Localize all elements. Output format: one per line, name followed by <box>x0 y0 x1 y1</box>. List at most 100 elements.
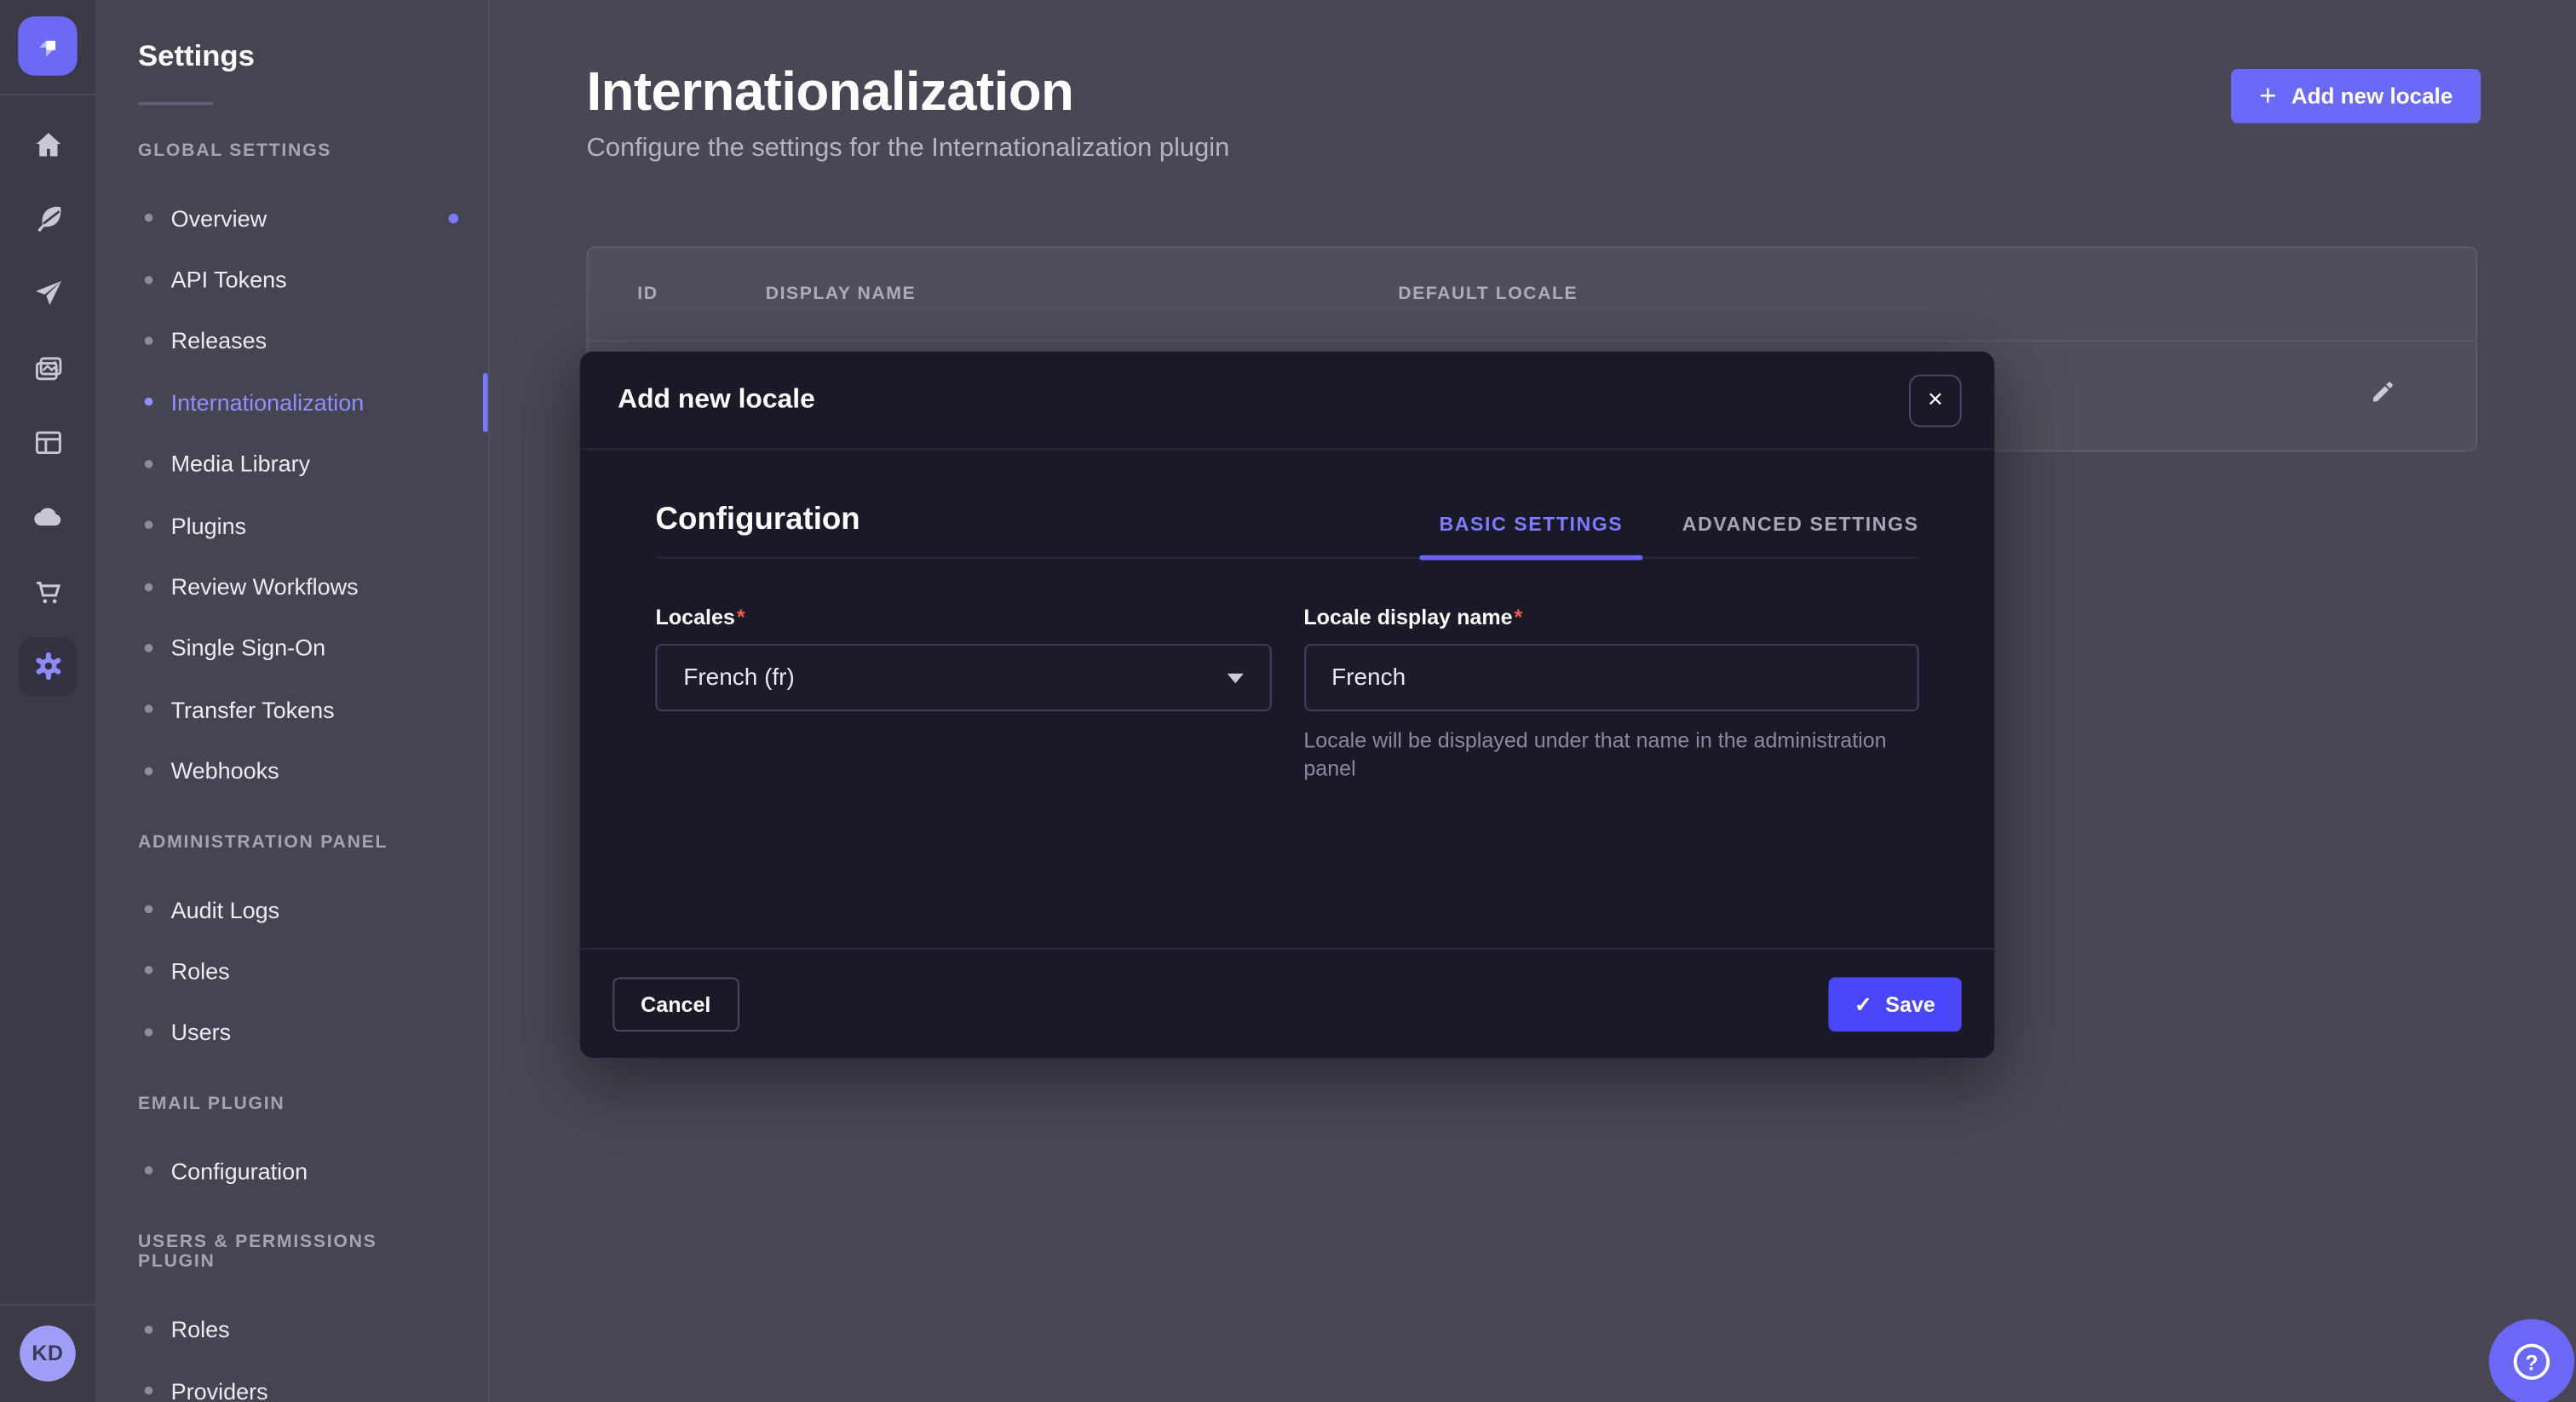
save-button[interactable]: ✓ Save <box>1828 977 1962 1031</box>
bullet-icon <box>145 398 153 406</box>
sidebar-item-webhooks[interactable]: Webhooks <box>95 740 488 802</box>
close-icon[interactable]: × <box>1909 374 1962 427</box>
sidebar-item-label: Media Library <box>171 451 311 477</box>
sidebar-item-label: Transfer Tokens <box>171 696 335 722</box>
sidebar-item-label: Roles <box>171 1316 230 1342</box>
sidebar-section-header: USERS & PERMISSIONS PLUGIN <box>138 1232 455 1272</box>
sidebar-item-label: Releases <box>171 328 267 354</box>
rail-item-media-library-icon[interactable] <box>18 339 77 398</box>
bullet-icon <box>145 967 153 975</box>
sidebar-item-label: Single Sign-On <box>171 635 326 661</box>
sidebar-section-header: EMAIL PLUGIN <box>138 1095 455 1114</box>
sidebar-item-internationalization[interactable]: Internationalization <box>95 371 488 433</box>
bullet-icon <box>145 275 153 284</box>
sidebar-item-label: Review Workflows <box>171 573 359 600</box>
sidebar-item-overview[interactable]: Overview <box>95 187 488 249</box>
sidebar-section-header: ADMINISTRATION PANEL <box>138 833 455 853</box>
sidebar-item-audit-logs[interactable]: Audit Logs <box>95 879 488 940</box>
notification-dot <box>448 213 458 223</box>
sidebar-item-review-workflows[interactable]: Review Workflows <box>95 556 488 618</box>
sidebar-item-label: Configuration <box>171 1158 308 1184</box>
bullet-icon <box>145 336 153 345</box>
tab-advanced-settings[interactable]: ADVANCED SETTINGS <box>1682 513 1919 557</box>
display-name-label: Locale display name* <box>1303 605 1522 629</box>
check-icon: ✓ <box>1854 993 1872 1014</box>
strapi-logo[interactable] <box>18 16 77 75</box>
rail-item-settings-gear-icon[interactable] <box>18 637 77 696</box>
tab-basic-settings[interactable]: BASIC SETTINGS <box>1440 513 1624 557</box>
avatar[interactable]: KD <box>20 1324 76 1381</box>
sidebar-section-header: GLOBAL SETTINGS <box>138 141 455 161</box>
chevron-down-icon <box>1227 673 1243 683</box>
required-asterisk: * <box>737 605 745 629</box>
divider <box>0 1303 95 1305</box>
bullet-icon <box>145 644 153 652</box>
rail-item-cloud-icon[interactable] <box>18 488 77 547</box>
sidebar-item-media-library[interactable]: Media Library <box>95 433 488 494</box>
rail-item-home-icon[interactable] <box>18 115 77 174</box>
sidebar-item-label: Webhooks <box>171 757 279 784</box>
sidebar-item-roles[interactable]: Roles <box>95 940 488 1002</box>
cancel-button[interactable]: Cancel <box>612 977 739 1031</box>
plus-icon: + <box>2259 80 2276 110</box>
page-subtitle: Configure the settings for the Internati… <box>586 135 1229 164</box>
divider <box>138 102 214 106</box>
divider <box>0 94 95 95</box>
display-name-hint: Locale will be displayed under that name… <box>1303 726 1918 782</box>
add-locale-modal: Add new locale × Configuration BASIC SET… <box>580 352 1994 1058</box>
bullet-icon <box>145 1325 153 1334</box>
sidebar-item-providers[interactable]: Providers <box>95 1360 488 1402</box>
sidebar-item-users[interactable]: Users <box>95 1002 488 1063</box>
sidebar-item-single-sign-on[interactable]: Single Sign-On <box>95 618 488 679</box>
modal-title: Add new locale <box>618 384 815 416</box>
sidebar-item-label: Overview <box>171 204 267 231</box>
question-mark-icon: ? <box>2514 1344 2550 1380</box>
bullet-icon <box>145 521 153 530</box>
configuration-heading: Configuration <box>655 503 860 538</box>
sidebar-item-label: Audit Logs <box>171 896 280 922</box>
bullet-icon <box>145 1167 153 1175</box>
sidebar-item-label: API Tokens <box>171 267 287 293</box>
sidebar-item-roles[interactable]: Roles <box>95 1298 488 1359</box>
sidebar-item-configuration[interactable]: Configuration <box>95 1141 488 1202</box>
bullet-icon <box>145 460 153 468</box>
rail-item-marketplace-cart-icon[interactable] <box>18 562 77 621</box>
rail-item-layout-icon[interactable] <box>18 413 77 472</box>
sidebar-item-label: Roles <box>171 957 230 984</box>
column-header-default-locale: DEFAULT LOCALE <box>1398 284 2426 304</box>
bullet-icon <box>145 705 153 714</box>
app: KD Settings GLOBAL SETTINGS Overview API T… <box>0 0 2576 1402</box>
main-nav-rail: KD <box>0 0 95 1402</box>
table-header-row: IDDISPLAY NAMEDEFAULT LOCALE <box>588 248 2475 342</box>
sidebar-item-releases[interactable]: Releases <box>95 310 488 371</box>
bullet-icon <box>145 767 153 775</box>
sidebar-item-plugins[interactable]: Plugins <box>95 494 488 555</box>
required-asterisk: * <box>1515 605 1523 629</box>
help-button[interactable]: ? <box>2489 1319 2574 1402</box>
bullet-icon <box>145 583 153 591</box>
sidebar-item-label: Plugins <box>171 512 247 538</box>
add-new-locale-button[interactable]: + Add new locale <box>2231 69 2481 124</box>
locales-select[interactable]: French (fr) <box>655 644 1270 711</box>
bullet-icon <box>145 1387 153 1395</box>
sidebar-item-label: Users <box>171 1019 232 1045</box>
page-title: Internationalization <box>586 59 1229 124</box>
bullet-icon <box>145 905 153 914</box>
sidebar-item-api-tokens[interactable]: API Tokens <box>95 249 488 310</box>
display-name-input[interactable] <box>1303 644 1918 711</box>
column-header-id: ID <box>637 284 765 304</box>
sidebar-title: Settings <box>138 39 455 73</box>
settings-tabs: BASIC SETTINGS ADVANCED SETTINGS <box>1440 513 1919 557</box>
rail-item-feather-pen-icon[interactable] <box>18 190 77 249</box>
rail-item-paper-plane-icon[interactable] <box>18 264 77 323</box>
locales-label: Locales* <box>655 605 745 629</box>
sidebar-item-label: Providers <box>171 1377 268 1402</box>
bullet-icon <box>145 214 153 222</box>
sidebar-item-label: Internationalization <box>171 389 365 416</box>
divider <box>655 557 1918 559</box>
bullet-icon <box>145 1028 153 1037</box>
edit-pencil-icon[interactable] <box>2369 378 2397 414</box>
column-header-display-name: DISPLAY NAME <box>766 284 1398 304</box>
settings-sidebar: Settings GLOBAL SETTINGS Overview API Toke… <box>95 0 490 1402</box>
sidebar-item-transfer-tokens[interactable]: Transfer Tokens <box>95 679 488 740</box>
